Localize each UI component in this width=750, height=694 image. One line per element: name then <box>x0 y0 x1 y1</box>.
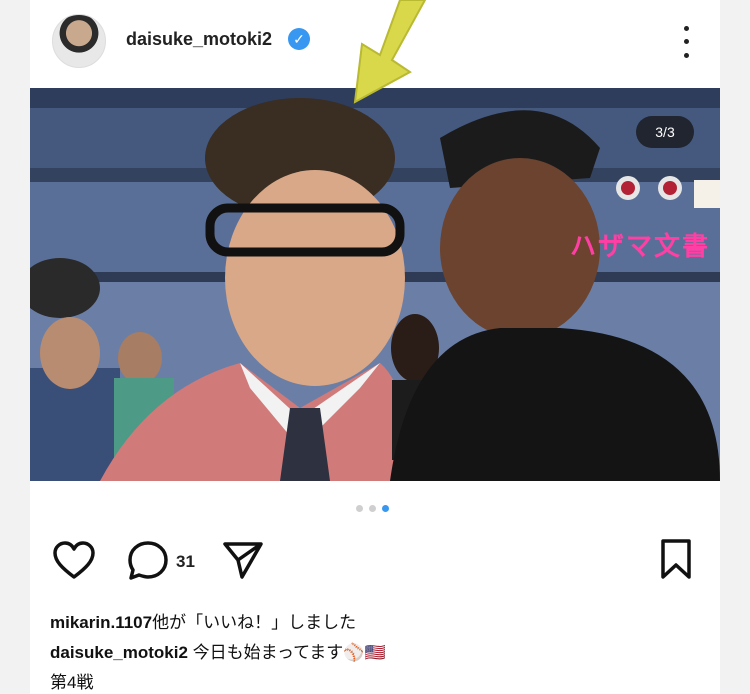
post-photo[interactable]: 3/3 ハザマ文書 <box>30 88 720 481</box>
post-time-label: 第4戦 <box>50 673 94 692</box>
bookmark-icon[interactable] <box>658 538 694 580</box>
carousel-dot <box>356 505 363 512</box>
annotation-arrow-icon <box>353 0 427 104</box>
action-bar: 31 <box>30 536 720 586</box>
photo-overlay-text: ハザマ文書 <box>570 231 711 261</box>
caption-line: daisuke_motoki2 今日も始まってます⚾🇺🇸 <box>50 638 386 663</box>
likes-suffix[interactable]: 他が「いいね！」しました <box>152 613 356 632</box>
carousel-dot-active <box>382 505 389 512</box>
carousel-dots <box>356 505 389 512</box>
caption-text: 今日も始まってます⚾🇺🇸 <box>187 643 386 662</box>
verified-badge-icon: ✓ <box>288 28 310 50</box>
likes-user[interactable]: mikarin.1107 <box>50 613 152 632</box>
more-vertical-icon[interactable] <box>676 22 696 62</box>
likes-line: mikarin.1107他が「いいね！」しました <box>50 608 356 633</box>
comment-count: 31 <box>176 552 195 571</box>
avatar[interactable] <box>52 14 106 68</box>
caption-username[interactable]: daisuke_motoki2 <box>50 643 188 662</box>
paper-plane-icon[interactable] <box>222 540 264 580</box>
stadium-background <box>30 88 720 481</box>
post-username[interactable]: daisuke_motoki2 <box>126 29 272 50</box>
post-card: daisuke_motoki2 ✓ 3/3 ハザマ文書 31 mikarin.1… <box>30 0 720 694</box>
image-counter: 3/3 <box>636 116 694 148</box>
carousel-dot <box>369 505 376 512</box>
heart-icon[interactable] <box>52 540 96 580</box>
comment-icon[interactable] <box>126 539 170 583</box>
